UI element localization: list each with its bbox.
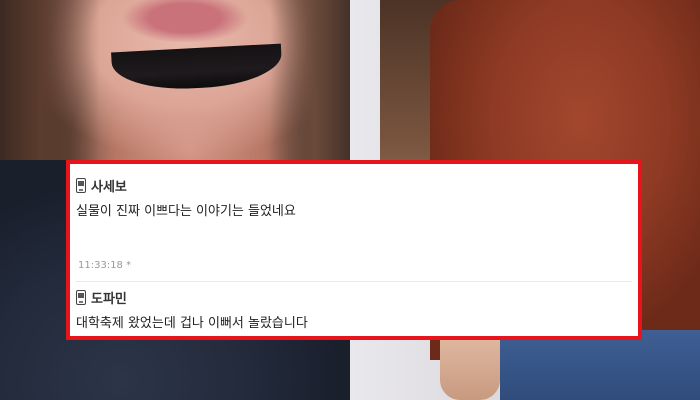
mobile-phone-icon	[76, 289, 86, 305]
highlighted-comment-box: 사세보 실물이 진짜 이쁘다는 이야기는 들었네요 11:33:18 * 도파민…	[66, 160, 642, 340]
comment-author[interactable]: 사세보	[91, 176, 127, 195]
right-photo-jeans	[500, 330, 700, 400]
comment-text: 실물이 진짜 이쁘다는 이야기는 들었네요	[76, 204, 296, 219]
comment-header: 도파민	[76, 286, 632, 308]
comment-item: 사세보 실물이 진짜 이쁘다는 이야기는 들었네요 11:33:18 *	[76, 174, 632, 282]
comment-item: 도파민 대학축제 왔었는데 겁나 이뻐서 놀랐습니다	[76, 286, 632, 336]
comment-author[interactable]: 도파민	[91, 288, 127, 307]
comment-text: 대학축제 왔었는데 겁나 이뻐서 놀랐습니다	[76, 316, 308, 331]
mobile-phone-icon	[76, 177, 86, 193]
comment-timestamp: 11:33:18 *	[78, 260, 132, 271]
left-photo-choker	[111, 43, 283, 93]
comment-header: 사세보	[76, 174, 632, 196]
